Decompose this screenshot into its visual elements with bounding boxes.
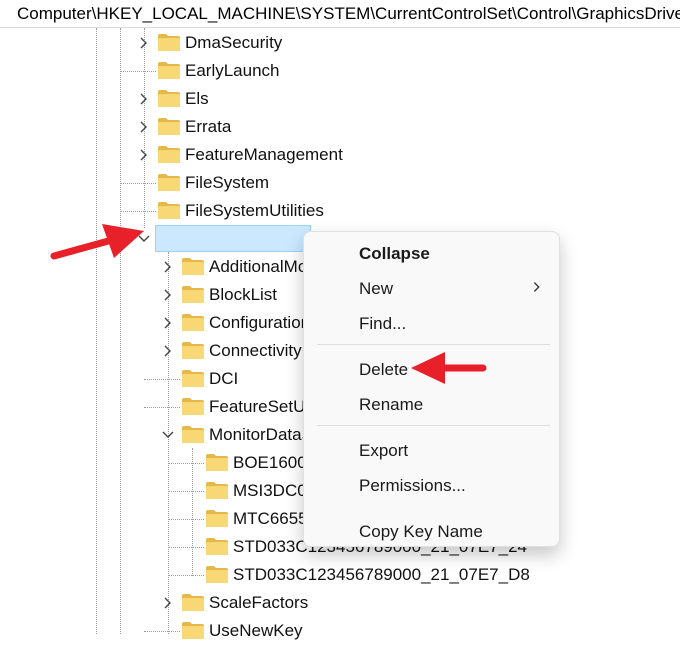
expand-down-chevron-icon[interactable] — [136, 231, 152, 247]
tree-item-label: FileSystem — [185, 173, 270, 192]
expand-right-chevron-icon[interactable] — [136, 35, 152, 51]
folder-icon — [157, 173, 181, 192]
expand-down-chevron-icon[interactable] — [160, 427, 176, 443]
folder-icon — [205, 509, 229, 528]
folder-icon — [181, 425, 205, 444]
folder-icon — [181, 593, 205, 612]
expand-right-chevron-icon[interactable] — [160, 287, 176, 303]
expand-right-chevron-icon[interactable] — [160, 595, 176, 611]
menu-item-permissions[interactable]: Permissions... — [305, 468, 558, 502]
expand-right-chevron-icon[interactable] — [136, 91, 152, 107]
tree-item-label: DmaSecurity — [185, 33, 283, 52]
tree-item-label: MSI3DC0 — [233, 481, 307, 500]
folder-icon — [181, 257, 205, 276]
folder-icon — [157, 89, 181, 108]
tree-item-label: FileSystemUtilities — [185, 201, 324, 220]
tree-connector — [144, 379, 180, 380]
tree-connector — [120, 71, 156, 72]
tree-selection-highlight — [155, 225, 311, 252]
menu-item-find[interactable]: Find... — [305, 306, 558, 340]
tree-connector — [168, 519, 204, 520]
folder-icon — [157, 145, 181, 164]
folder-icon — [181, 341, 205, 360]
folder-icon — [205, 453, 229, 472]
folder-icon — [181, 313, 205, 332]
expand-right-chevron-icon[interactable] — [136, 147, 152, 163]
tree-item-label: STD033C123456789000_21_07E7_D8 — [233, 565, 530, 584]
folder-icon — [181, 397, 205, 416]
tree-connector — [168, 463, 204, 464]
folder-icon — [205, 565, 229, 584]
folder-icon — [205, 481, 229, 500]
menu-item-collapse[interactable]: Collapse — [305, 236, 558, 270]
folder-icon — [181, 285, 205, 304]
menu-item-label: New — [359, 279, 394, 298]
tree-connector — [120, 183, 156, 184]
tree-item-label: FeatureManagement — [185, 145, 343, 164]
menu-item-export[interactable]: Export — [305, 433, 558, 467]
menu-item-delete[interactable]: Delete — [305, 352, 558, 386]
submenu-chevron-icon — [530, 280, 544, 299]
tree-item-label: EarlyLaunch — [185, 61, 280, 80]
expand-right-chevron-icon[interactable] — [160, 315, 176, 331]
tree-item-label: ScaleFactors — [209, 593, 309, 612]
folder-icon — [181, 621, 205, 640]
tree-item-label: BOE1600 — [233, 453, 307, 472]
tree-item-label: DCI — [209, 369, 239, 388]
menu-item-label: Permissions... — [359, 476, 466, 495]
folder-icon — [205, 537, 229, 556]
tree-item-label: Configuration — [209, 313, 311, 332]
menu-item-new[interactable]: New — [305, 271, 558, 305]
expand-right-chevron-icon[interactable] — [160, 259, 176, 275]
folder-icon — [157, 117, 181, 136]
tree-item-label: UseNewKey — [209, 621, 303, 640]
folder-icon — [157, 61, 181, 80]
tree-connector — [168, 575, 204, 576]
tree-connector — [144, 407, 180, 408]
tree-item-label: Els — [185, 89, 209, 108]
menu-separator — [317, 344, 550, 345]
tree-connector — [144, 631, 180, 632]
expand-right-chevron-icon[interactable] — [136, 119, 152, 135]
folder-icon — [157, 201, 181, 220]
menu-item-copy-key-name[interactable]: Copy Key Name — [305, 514, 558, 548]
address-bar[interactable]: Computer\HKEY_LOCAL_MACHINE\SYSTEM\Curre… — [0, 0, 680, 28]
menu-separator — [317, 425, 550, 426]
tree-item-label: MTC6655 — [233, 509, 308, 528]
menu-item-label: Find... — [359, 314, 407, 333]
menu-item-label: Collapse — [359, 244, 430, 263]
tree-item-label: BlockList — [209, 285, 278, 304]
menu-item-label: Delete — [359, 360, 409, 379]
tree-item-label: Connectivity — [209, 341, 302, 360]
tree-item-label: Errata — [185, 117, 232, 136]
context-menu: Collapse New Find... Delete Rename Export Perm… — [303, 231, 560, 547]
tree-connector — [120, 211, 156, 212]
menu-item-label: Copy Key Name — [359, 522, 483, 541]
menu-item-label: Export — [359, 441, 409, 460]
expand-right-chevron-icon[interactable] — [160, 343, 176, 359]
menu-item-rename[interactable]: Rename — [305, 387, 558, 421]
folder-icon — [157, 33, 181, 52]
menu-item-label: Rename — [359, 395, 424, 414]
tree-connector — [168, 491, 204, 492]
tree-connector — [168, 547, 204, 548]
folder-icon — [181, 369, 205, 388]
